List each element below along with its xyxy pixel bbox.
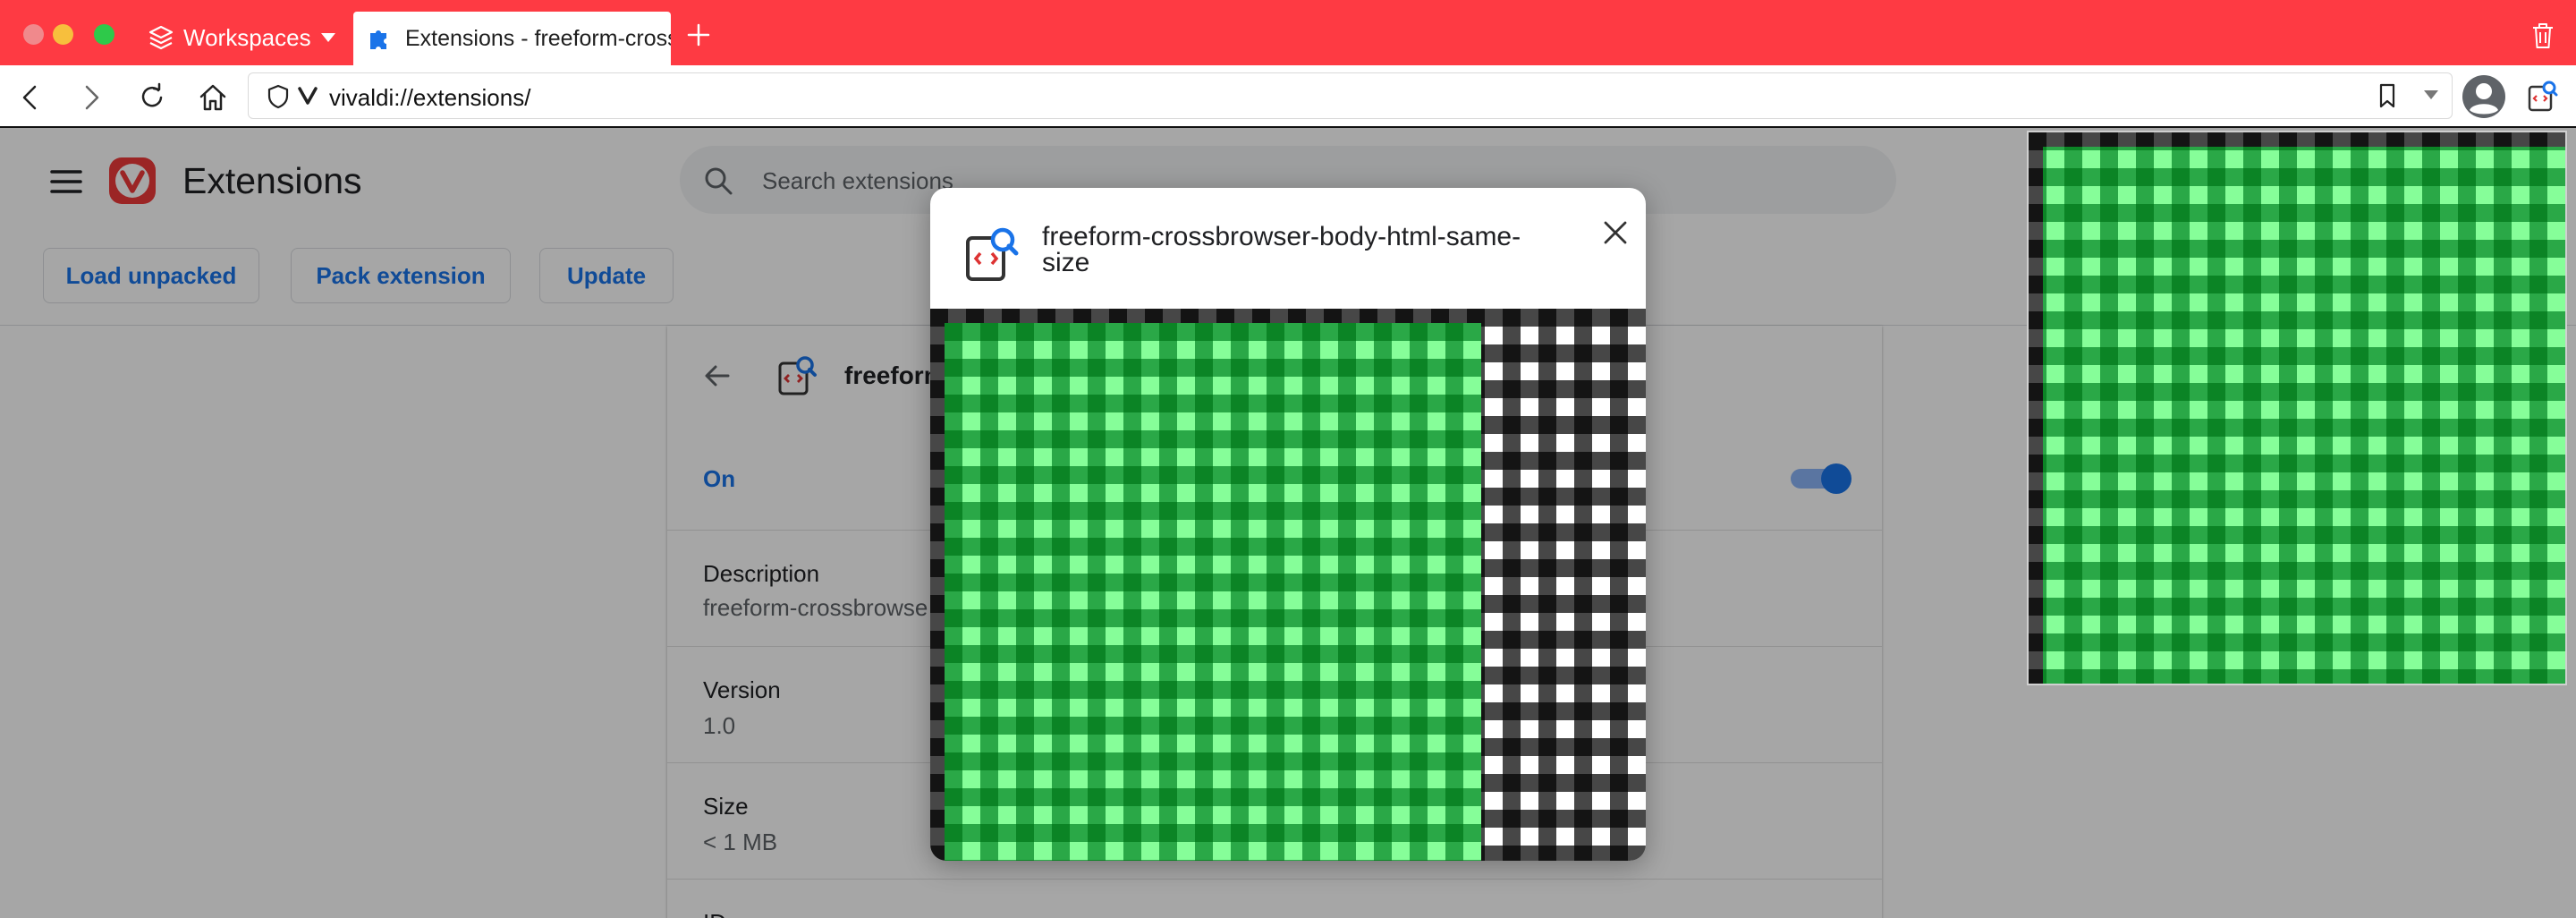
extension-icon [964, 225, 1020, 283]
puzzle-icon [366, 25, 393, 52]
chevron-down-icon [320, 32, 336, 43]
url-field[interactable]: vivaldi://extensions/ [248, 72, 2453, 119]
new-tab-button[interactable] [685, 21, 712, 48]
dialog-title: freeform-crossbrowser-body-html-same-siz… [1042, 222, 1521, 277]
window-close-button[interactable] [23, 24, 44, 45]
vivaldi-site-icon [297, 86, 318, 106]
window-maximize-button[interactable] [94, 24, 114, 45]
window-minimize-button[interactable] [53, 24, 73, 45]
extension-popup-content[interactable] [930, 309, 1646, 861]
chevron-down-icon[interactable] [2423, 89, 2439, 100]
trash-icon[interactable] [2530, 21, 2555, 50]
extension-popup-preview[interactable] [2027, 131, 2567, 685]
extension-toolbar-icon[interactable] [2526, 80, 2558, 114]
back-button[interactable] [14, 81, 47, 114]
dialog-checker-pattern [930, 309, 1646, 861]
tab-title: Extensions - freeform-crossbrowser-body-… [405, 25, 671, 51]
reload-button[interactable] [136, 81, 168, 114]
close-icon[interactable] [1594, 211, 1637, 254]
extension-popup-dialog: freeform-crossbrowser-body-html-same-siz… [930, 188, 1646, 861]
bookmark-icon[interactable] [2377, 82, 2398, 109]
address-bar: vivaldi://extensions/ [0, 65, 2576, 128]
tab-extensions[interactable]: Extensions - freeform-crossbrowser-body-… [353, 12, 671, 65]
workspaces-label: Workspaces [183, 23, 311, 51]
layers-icon [148, 24, 174, 51]
home-button[interactable] [197, 81, 229, 114]
shield-icon[interactable] [267, 84, 290, 109]
popup-checker-pattern [2029, 132, 2565, 684]
tab-strip: Workspaces Extensions - freeform-crossbr… [0, 0, 2576, 65]
url-text: vivaldi://extensions/ [329, 84, 531, 111]
forward-button[interactable] [75, 81, 107, 114]
workspaces-button[interactable]: Workspaces [148, 18, 336, 57]
profile-avatar[interactable] [2462, 74, 2506, 119]
